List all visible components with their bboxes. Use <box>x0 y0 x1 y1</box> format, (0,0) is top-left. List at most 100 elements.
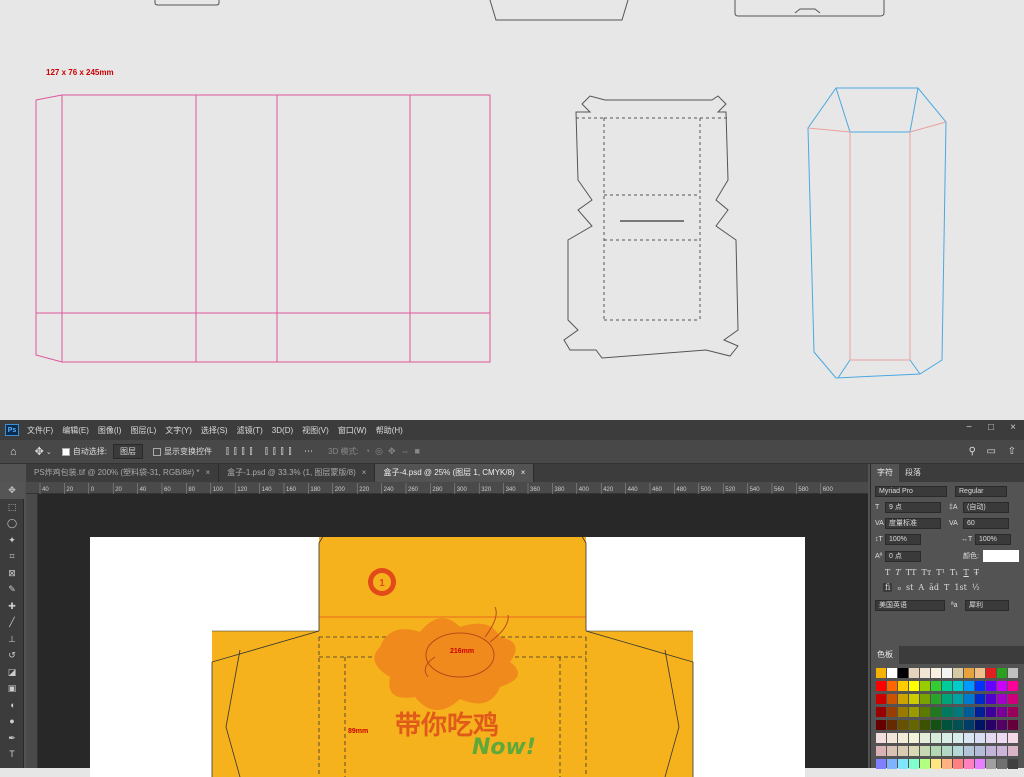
swash-button[interactable]: st <box>906 583 913 592</box>
crop-tool-icon[interactable]: ⌗ <box>0 548 24 565</box>
ordinal-button[interactable]: 1st <box>954 583 966 592</box>
maximize-button[interactable]: □ <box>980 420 1002 440</box>
swatch[interactable] <box>986 720 996 730</box>
swatch[interactable] <box>975 707 985 717</box>
menu-filter[interactable]: 滤镜(T) <box>237 425 263 436</box>
swatch[interactable] <box>997 733 1007 743</box>
kerning-select[interactable]: 度量标准 <box>885 518 941 529</box>
swatch[interactable] <box>953 746 963 756</box>
swatch[interactable] <box>876 668 886 678</box>
swatch[interactable] <box>920 746 930 756</box>
menu-layer[interactable]: 图层(L) <box>130 425 156 436</box>
menu-type[interactable]: 文字(Y) <box>165 425 192 436</box>
tab-character[interactable]: 字符 <box>871 464 899 482</box>
swatch[interactable] <box>975 720 985 730</box>
swatch[interactable] <box>964 668 974 678</box>
close-button[interactable]: × <box>1002 420 1024 440</box>
swatch[interactable] <box>942 707 952 717</box>
all-caps-button[interactable]: TT <box>906 568 917 577</box>
swatch[interactable] <box>898 668 908 678</box>
swatch[interactable] <box>920 707 930 717</box>
stamp-tool-icon[interactable]: ⊥ <box>0 631 24 648</box>
tracking-input[interactable]: 60 <box>963 518 1009 529</box>
swatch[interactable] <box>898 707 908 717</box>
home-icon[interactable]: ⌂ <box>10 446 17 458</box>
swatch[interactable] <box>964 746 974 756</box>
ligature-button[interactable]: fi <box>883 583 893 592</box>
swatch[interactable] <box>931 668 941 678</box>
swatch[interactable] <box>887 681 897 691</box>
swatch[interactable] <box>1008 746 1018 756</box>
swatch[interactable] <box>953 720 963 730</box>
swatch[interactable] <box>909 668 919 678</box>
swatch[interactable] <box>953 681 963 691</box>
swatch[interactable] <box>986 681 996 691</box>
swatch[interactable] <box>931 707 941 717</box>
workspace-icon[interactable]: ▭ <box>987 446 996 457</box>
menu-view[interactable]: 视图(V) <box>302 425 329 436</box>
swatch[interactable] <box>964 707 974 717</box>
swatch[interactable] <box>920 720 930 730</box>
swatch[interactable] <box>876 707 886 717</box>
swatch[interactable] <box>931 746 941 756</box>
menu-edit[interactable]: 编辑(E) <box>62 425 89 436</box>
menu-select[interactable]: 选择(S) <box>201 425 228 436</box>
minimize-button[interactable]: − <box>958 420 980 440</box>
swatch[interactable] <box>909 746 919 756</box>
swatch[interactable] <box>1008 733 1018 743</box>
auto-select-dropdown[interactable]: 图层 <box>112 444 143 459</box>
swatch[interactable] <box>898 746 908 756</box>
swatch[interactable] <box>975 681 985 691</box>
swatch[interactable] <box>942 694 952 704</box>
marquee-tool-icon[interactable]: ⬚ <box>0 499 24 516</box>
swatch[interactable] <box>909 707 919 717</box>
canvas-area[interactable]: 1 216mm 89mm 带你吃鸡 Now! <box>38 494 868 777</box>
swatch[interactable] <box>986 668 996 678</box>
swatch[interactable] <box>931 733 941 743</box>
swatch[interactable] <box>909 694 919 704</box>
swatch[interactable] <box>887 668 897 678</box>
faux-bold-button[interactable]: T <box>885 568 890 577</box>
swatch[interactable] <box>986 733 996 743</box>
ordinal-t-button[interactable]: T <box>944 583 949 592</box>
gradient-tool-icon[interactable]: ▣ <box>0 680 24 697</box>
swatch[interactable] <box>876 720 886 730</box>
swatch[interactable] <box>1008 720 1018 730</box>
swatch[interactable] <box>986 694 996 704</box>
swatch[interactable] <box>986 707 996 717</box>
leading-input[interactable]: (自动) <box>963 502 1009 513</box>
chevron-down-icon[interactable]: ⌄ <box>46 448 52 456</box>
history-brush-tool-icon[interactable]: ↺ <box>0 647 24 664</box>
show-transform-checkbox[interactable] <box>152 447 161 456</box>
type-tool-icon[interactable]: T <box>0 746 24 763</box>
swatch[interactable] <box>953 733 963 743</box>
superscript-button[interactable]: T¹ <box>936 568 945 577</box>
swatch[interactable] <box>964 720 974 730</box>
swatch[interactable] <box>953 694 963 704</box>
faux-italic-button[interactable]: T <box>895 568 900 577</box>
swatch[interactable] <box>1008 668 1018 678</box>
swatch[interactable] <box>953 707 963 717</box>
eraser-tool-icon[interactable]: ◪ <box>0 664 24 681</box>
swatch[interactable] <box>986 746 996 756</box>
subscript-button[interactable]: T₁ <box>950 568 959 577</box>
swatch[interactable] <box>898 681 908 691</box>
swatch[interactable] <box>920 694 930 704</box>
move-tool-icon[interactable]: ✥ <box>0 482 24 499</box>
tab-box-1[interactable]: 盒子-1.psd @ 33.3% (1, 图层蒙版/8) × <box>219 464 376 482</box>
swatch[interactable] <box>931 694 941 704</box>
swatch[interactable] <box>898 720 908 730</box>
menu-help[interactable]: 帮助(H) <box>376 425 403 436</box>
tab-swatches[interactable]: 色板 <box>871 646 899 664</box>
swatch[interactable] <box>876 746 886 756</box>
font-style-select[interactable]: Regular <box>955 486 1007 497</box>
swatch[interactable] <box>997 694 1007 704</box>
swatch[interactable] <box>920 668 930 678</box>
swatch[interactable] <box>942 668 952 678</box>
dodge-tool-icon[interactable]: ● <box>0 713 24 730</box>
swatch[interactable] <box>964 694 974 704</box>
swatch[interactable] <box>997 681 1007 691</box>
document-canvas[interactable]: 1 216mm 89mm 带你吃鸡 Now! <box>90 537 805 777</box>
language-select[interactable]: 美国英语 <box>875 600 945 611</box>
healing-tool-icon[interactable]: ✚ <box>0 598 24 615</box>
